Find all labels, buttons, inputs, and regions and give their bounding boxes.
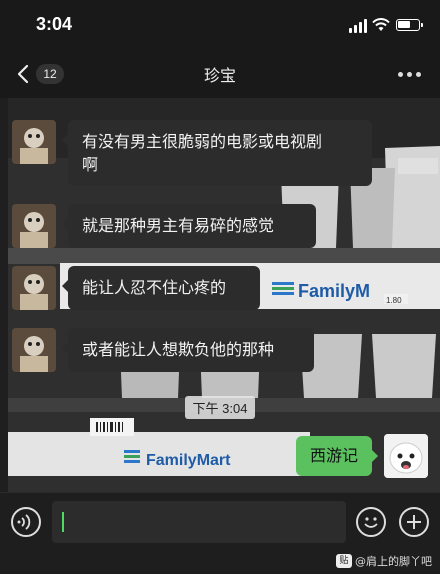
my-avatar[interactable] xyxy=(384,434,428,478)
text-cursor xyxy=(62,512,64,532)
contact-avatar[interactable] xyxy=(12,120,56,164)
watermark: 贴 @肩上的脚丫吧 xyxy=(336,553,432,569)
emoji-button[interactable] xyxy=(356,507,386,537)
contact-avatar[interactable] xyxy=(12,328,56,372)
price-tag: 1.80 xyxy=(386,296,402,305)
message-bubble[interactable]: 有没有男主很脆弱的电影或电视剧 啊 xyxy=(62,120,372,186)
message-row-outgoing: 西游记 xyxy=(188,434,428,478)
message-bubble[interactable]: 或者能让人想欺负他的那种 xyxy=(62,328,314,372)
voice-input-button[interactable] xyxy=(11,507,41,537)
signal-icon xyxy=(349,19,367,33)
bottom-area: 贴 @肩上的脚丫吧 xyxy=(0,550,440,574)
message-text-line: 啊 xyxy=(82,155,99,174)
status-time: 3:04 xyxy=(36,14,73,34)
message-text-input[interactable] xyxy=(52,501,346,543)
contact-avatar[interactable] xyxy=(12,204,56,248)
message-text: 就是那种男主有易碎的感觉 xyxy=(82,216,275,235)
message-input-bar xyxy=(0,492,440,550)
status-bar: 3:04 xyxy=(0,0,440,50)
more-options-icon[interactable] xyxy=(398,72,422,78)
message-bubble[interactable]: 能让人忍不住心疼的 xyxy=(62,266,260,310)
more-functions-plus-button[interactable] xyxy=(399,507,429,537)
battery-icon xyxy=(396,19,423,31)
message-text-line: 有没有男主很脆弱的电影或电视剧 xyxy=(82,132,323,151)
watermark-text: @肩上的脚丫吧 xyxy=(355,555,432,568)
familymart-sign-top: FamilyM xyxy=(298,281,370,301)
timestamp-text: 下午 3:04 xyxy=(184,396,256,419)
message-timestamp: 下午 3:04 xyxy=(0,396,440,419)
message-bubble[interactable]: 就是那种男主有易碎的感觉 xyxy=(62,204,316,248)
contact-avatar[interactable] xyxy=(12,266,56,310)
chat-title: 珍宝 xyxy=(203,66,236,85)
smiley-icon xyxy=(364,517,378,528)
outgoing-message-text: 西游记 xyxy=(309,446,358,465)
chat-message-list[interactable]: FamilyM 1.80 FamilyMart 有没有男主很脆弱的电影或电视剧 … xyxy=(0,98,440,492)
message-text: 能让人忍不住心疼的 xyxy=(82,278,227,297)
outgoing-message-bubble[interactable]: 西游记 xyxy=(295,436,379,476)
voice-icon xyxy=(17,514,31,530)
wifi-icon xyxy=(372,18,390,31)
chat-header: 12 珍宝 xyxy=(0,50,440,98)
message-text: 或者能让人想欺负他的那种 xyxy=(82,340,275,359)
tieba-logo-icon: 贴 xyxy=(336,554,352,568)
